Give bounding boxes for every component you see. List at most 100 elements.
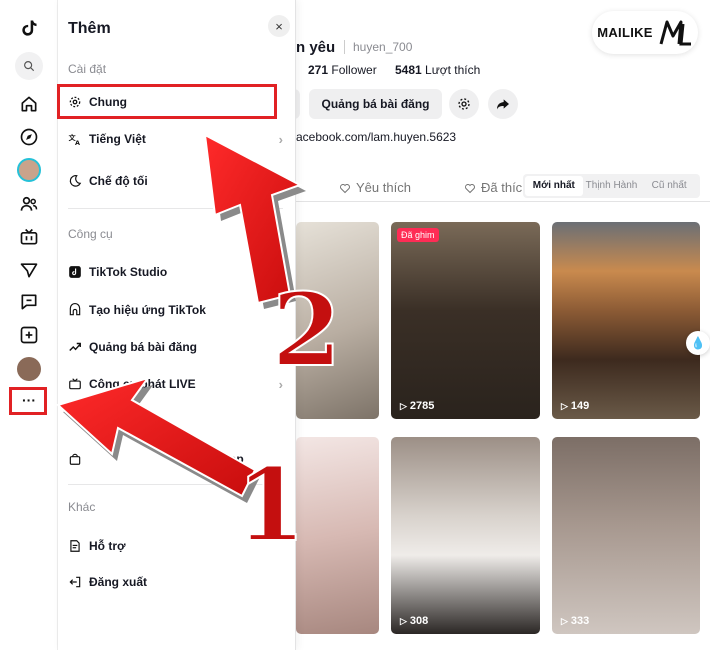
menu-item-label: Quảng bá bài đăng xyxy=(89,340,198,354)
highlight-more xyxy=(9,387,47,415)
profile-link[interactable]: acebook.com/lam.huyen.5623 xyxy=(296,130,456,144)
menu-item-language[interactable]: 文A Tiếng Việt › xyxy=(68,127,283,151)
view-count: ▷ 333 xyxy=(561,615,589,627)
menu-item-tiktok-studio[interactable]: TikTok Studio xyxy=(68,260,283,284)
sort-trending[interactable]: Thịnh Hành xyxy=(583,176,641,196)
menu-item-label: Công cụ phát LIVE xyxy=(89,377,196,391)
name-separator xyxy=(344,40,345,54)
tab-liked[interactable]: Yêu thích xyxy=(339,180,411,195)
settings-button[interactable] xyxy=(449,89,479,119)
left-rail: ··· xyxy=(0,0,58,650)
profile-avatar-icon[interactable] xyxy=(17,357,41,381)
video-thumbnail[interactable]: ▷ 308 xyxy=(391,437,540,634)
profile-username: huyen_700 xyxy=(353,40,413,54)
view-count-value: 2785 xyxy=(409,400,435,412)
menu-item-label: Tiếng Việt xyxy=(89,132,146,146)
menu-item-label: Đăng xuất xyxy=(89,575,148,589)
menu-item-dark-mode[interactable]: Chế độ tối xyxy=(68,169,283,193)
upload-icon[interactable] xyxy=(17,323,41,347)
home-icon[interactable] xyxy=(17,92,41,116)
live-tv-icon[interactable] xyxy=(17,225,41,249)
play-icon: ▷ xyxy=(400,400,407,411)
view-count-value: 149 xyxy=(570,400,590,412)
video-thumbnail[interactable] xyxy=(296,437,379,634)
followers-count: 271 xyxy=(308,63,329,77)
profile-name: n yêu xyxy=(296,39,336,56)
menu-item-label: TikTok Studio xyxy=(89,265,168,279)
video-thumbnail[interactable] xyxy=(296,222,379,419)
shop-bag-icon xyxy=(68,452,82,466)
messages-icon[interactable] xyxy=(17,290,41,314)
tiktok-logo-icon[interactable] xyxy=(17,16,41,40)
menu-item-shop[interactable]: op xyxy=(68,447,283,471)
sort-oldest[interactable]: Cũ nhất xyxy=(640,176,698,196)
menu-item-logout[interactable]: Đăng xuất xyxy=(68,570,283,594)
view-count: ▷ 149 xyxy=(561,400,589,412)
profile-tabs: Yêu thích Đã thích Mới nhất Thịnh Hành C… xyxy=(296,170,710,202)
view-count-value: 308 xyxy=(409,615,429,627)
menu-item-help[interactable]: Hỗ trợ xyxy=(68,534,283,558)
play-icon: ▷ xyxy=(561,400,568,411)
gear-icon xyxy=(458,98,470,110)
explore-compass-icon[interactable] xyxy=(17,125,41,149)
menu-item-promote-post[interactable]: Quảng bá bài đăng xyxy=(68,335,283,359)
view-count: ▷ 2785 xyxy=(400,400,434,412)
share-button[interactable] xyxy=(488,89,518,119)
screen: ··· n yêu huyen_700 271 Follower 5481 Lư… xyxy=(0,0,710,650)
video-thumbnail[interactable]: Đã ghim ▷ 2785 xyxy=(391,222,540,419)
logout-icon xyxy=(68,575,82,589)
ml-logo-icon xyxy=(659,20,691,45)
trend-icon xyxy=(68,340,82,354)
studio-icon xyxy=(68,265,82,279)
svg-text:A: A xyxy=(75,139,80,146)
close-button[interactable]: × xyxy=(268,15,290,37)
play-icon: ▷ xyxy=(400,615,407,626)
watermark-text: MAILIKE xyxy=(597,25,653,40)
drawer-title: Thêm xyxy=(68,20,111,37)
menu-item-label: Hỗ trợ xyxy=(89,539,126,553)
divider xyxy=(68,484,283,485)
moon-icon xyxy=(68,174,82,188)
heart-outline-icon xyxy=(465,183,475,193)
followers-stat[interactable]: 271 Follower xyxy=(308,63,377,77)
tab-liked-2[interactable]: Đã thích xyxy=(464,180,529,195)
followers-label: Follower xyxy=(331,63,377,77)
pinned-badge: Đã ghim xyxy=(397,228,439,242)
floating-drop-icon[interactable]: 💧 xyxy=(686,331,710,355)
promote-post-button[interactable]: Quảng bá bài đăng xyxy=(309,89,442,119)
play-icon: ▷ xyxy=(561,615,568,626)
likes-label: Lượt thích xyxy=(425,63,481,77)
menu-item-label: op xyxy=(229,452,244,466)
live-tv-icon xyxy=(68,377,82,391)
following-icon[interactable] xyxy=(17,192,41,216)
mailike-watermark: MAILIKE xyxy=(592,11,698,54)
search-icon[interactable] xyxy=(15,52,43,80)
chevron-right-icon: › xyxy=(278,131,283,147)
menu-item-label: Chế độ tối xyxy=(89,174,148,188)
other-section-label: Khác xyxy=(68,500,96,514)
tools-section-label: Công cụ xyxy=(68,227,113,241)
profile-page: n yêu huyen_700 271 Follower 5481 Lượt t… xyxy=(286,0,710,650)
view-count: ▷ 308 xyxy=(400,615,428,627)
menu-item-create-effect[interactable]: Tạo hiệu ứng TikTok xyxy=(68,298,283,322)
settings-section-label: Cài đặt xyxy=(68,62,107,76)
likes-stat: 5481 Lượt thích xyxy=(395,63,480,77)
menu-item-label: Tạo hiệu ứng TikTok xyxy=(89,303,206,317)
help-doc-icon xyxy=(68,539,82,553)
highlight-general xyxy=(57,84,277,119)
divider xyxy=(68,208,283,209)
menu-item-live-tools[interactable]: Công cụ phát LIVE › xyxy=(68,372,283,396)
heart-outline-icon xyxy=(340,183,350,193)
chevron-right-icon: › xyxy=(278,376,283,392)
sort-toggle: Mới nhất Thịnh Hành Cũ nhất xyxy=(523,174,700,198)
avatar-icon[interactable] xyxy=(17,158,41,182)
translate-icon: 文A xyxy=(68,132,82,146)
video-thumbnail[interactable]: ▷ 149 xyxy=(552,222,700,419)
sort-newest[interactable]: Mới nhất xyxy=(525,176,583,196)
view-count-value: 333 xyxy=(570,615,590,627)
video-thumbnail[interactable]: ▷ 333 xyxy=(552,437,700,634)
tab-liked-label: Yêu thích xyxy=(356,180,411,195)
effect-icon xyxy=(68,303,82,317)
send-icon[interactable] xyxy=(17,258,41,282)
likes-count: 5481 xyxy=(395,63,422,77)
